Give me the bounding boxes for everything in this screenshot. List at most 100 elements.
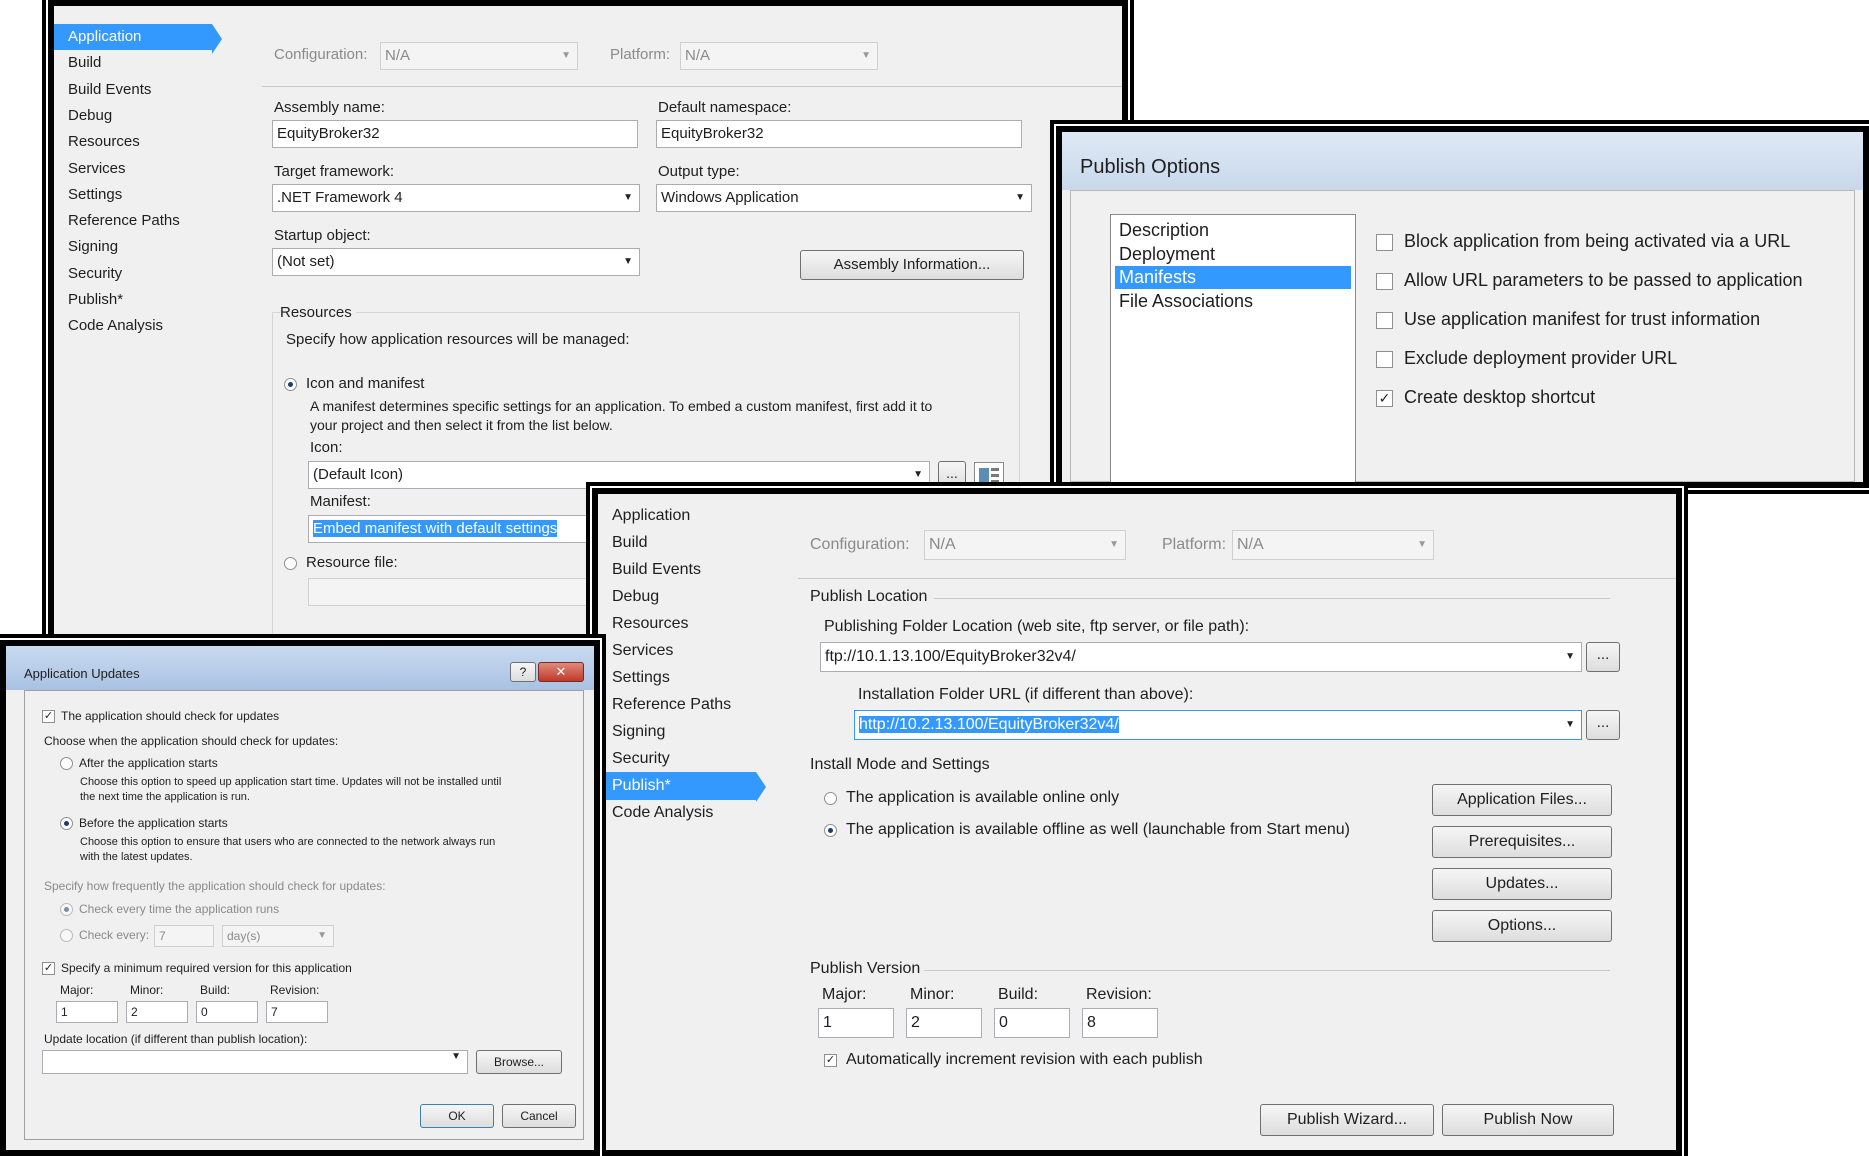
updates-button[interactable]: Updates... — [1432, 868, 1612, 900]
manifest-select[interactable]: Embed manifest with default settings — [308, 515, 608, 543]
upd-build-input[interactable]: 0 — [196, 1001, 258, 1023]
after-start-radio[interactable] — [60, 757, 73, 770]
option-checkbox[interactable] — [1376, 312, 1393, 329]
nav-item-publish[interactable]: Publish* — [598, 772, 766, 802]
nav-item-services[interactable]: Services — [598, 637, 756, 665]
installation-url-browse-button[interactable]: ... — [1586, 710, 1620, 740]
nav-item-application[interactable]: Application — [54, 24, 222, 54]
close-button[interactable]: ✕ — [538, 662, 584, 682]
assembly-name-input[interactable]: EquityBroker32 — [272, 120, 638, 148]
output-type-select[interactable]: Windows Application — [656, 184, 1032, 212]
publish-wizard-button[interactable]: Publish Wizard... — [1260, 1104, 1434, 1136]
pub-platform-select[interactable]: N/A — [1232, 530, 1434, 560]
upd-major-input[interactable]: 1 — [56, 1001, 118, 1023]
icon-browse-button[interactable]: ... — [938, 461, 966, 489]
nav-item-security[interactable]: Security — [598, 745, 756, 773]
every-run-radio[interactable] — [60, 903, 73, 916]
nav-item-publish[interactable]: Publish* — [54, 287, 212, 313]
nav-item-security[interactable]: Security — [54, 261, 212, 287]
resource-file-input[interactable] — [308, 578, 608, 606]
option-row[interactable]: Use application manifest for trust infor… — [1376, 306, 1856, 334]
options-button[interactable]: Options... — [1432, 910, 1612, 942]
nav-item-build[interactable]: Build — [54, 50, 212, 76]
configuration-select[interactable]: N/A — [380, 42, 578, 70]
help-button[interactable]: ? — [510, 662, 536, 682]
nav-item-code-analysis[interactable]: Code Analysis — [598, 799, 756, 827]
min-version-checkbox[interactable]: ✓ — [42, 962, 55, 975]
major-input[interactable]: 1 — [818, 1008, 894, 1038]
publishing-folder-browse-button[interactable]: ... — [1586, 642, 1620, 672]
nav-item-resources[interactable]: Resources — [598, 610, 756, 638]
target-framework-select[interactable]: .NET Framework 4 — [272, 184, 640, 212]
auto-increment-checkbox[interactable]: ✓ — [824, 1054, 837, 1067]
option-row[interactable]: Allow URL parameters to be passed to app… — [1376, 267, 1856, 295]
nav-item-debug[interactable]: Debug — [598, 583, 756, 611]
assembly-information-button[interactable]: Assembly Information... — [800, 250, 1024, 280]
pub-configuration-select[interactable]: N/A — [924, 530, 1126, 560]
cancel-button[interactable]: Cancel — [502, 1104, 576, 1128]
nav-item-settings[interactable]: Settings — [598, 664, 756, 692]
revision-input[interactable]: 8 — [1082, 1008, 1158, 1038]
nav-item-signing[interactable]: Signing — [54, 234, 212, 260]
default-namespace-input[interactable]: EquityBroker32 — [656, 120, 1022, 148]
nav-item-build-events[interactable]: Build Events — [54, 77, 212, 103]
icon-select[interactable]: (Default Icon) — [308, 461, 930, 489]
nav-item-build[interactable]: Build — [598, 529, 756, 557]
resource-file-radio[interactable] — [284, 557, 297, 570]
option-row[interactable]: Block application from being activated v… — [1376, 228, 1856, 256]
check-updates-checkbox[interactable]: ✓ — [42, 710, 55, 723]
before-start-description-1: Choose this option to ensure that users … — [80, 836, 496, 848]
options-category-list: Description Deployment Manifests File Assoc… — [1110, 214, 1356, 482]
publish-now-button[interactable]: Publish Now — [1442, 1104, 1614, 1136]
prerequisites-button[interactable]: Prerequisites... — [1432, 826, 1612, 858]
nav-item-services[interactable]: Services — [54, 156, 212, 182]
online-only-radio[interactable] — [824, 792, 837, 805]
check-every-unit-select[interactable]: day(s) — [222, 925, 334, 947]
check-every-radio[interactable] — [60, 929, 73, 942]
nav-item-reference-paths[interactable]: Reference Paths — [598, 691, 756, 719]
nav-item-settings[interactable]: Settings — [54, 182, 212, 208]
check-every-stepper[interactable]: 7 — [154, 925, 214, 947]
icon-manifest-radio[interactable] — [284, 378, 297, 391]
startup-object-select[interactable]: (Not set) — [272, 248, 640, 276]
nav-item-code-analysis[interactable]: Code Analysis — [54, 313, 212, 339]
minor-input[interactable]: 2 — [906, 1008, 982, 1038]
nav-item-application[interactable]: Application — [598, 502, 756, 530]
manifest-value: Embed manifest with default settings — [313, 520, 558, 537]
nav-item-reference-paths[interactable]: Reference Paths — [54, 208, 212, 234]
option-checkbox[interactable] — [1376, 234, 1393, 251]
update-location-select[interactable] — [42, 1050, 468, 1074]
options-category-manifests[interactable]: Manifests — [1115, 266, 1351, 289]
installation-url-select[interactable]: http://10.2.13.100/EquityBroker32v4/ — [854, 710, 1582, 740]
option-row[interactable]: ✓ Create desktop shortcut — [1376, 384, 1856, 412]
nav-item-build-events[interactable]: Build Events — [598, 556, 756, 584]
option-row[interactable]: Exclude deployment provider URL — [1376, 345, 1856, 373]
option-checkbox[interactable] — [1376, 351, 1393, 368]
upd-revision-input[interactable]: 7 — [266, 1001, 328, 1023]
options-category-deployment[interactable]: Deployment — [1115, 243, 1351, 266]
nav-item-signing[interactable]: Signing — [598, 718, 756, 746]
platform-select[interactable]: N/A — [680, 42, 878, 70]
application-nav: Application Build Build Events Debug Resourc… — [54, 16, 254, 616]
check-every-label: Check every: — [79, 928, 150, 942]
ok-button[interactable]: OK — [420, 1104, 494, 1128]
separator — [262, 86, 1122, 87]
upd-minor-input[interactable]: 2 — [126, 1001, 188, 1023]
options-category-description[interactable]: Description — [1115, 219, 1351, 242]
application-files-button[interactable]: Application Files... — [1432, 784, 1612, 816]
application-updates-dialog: Application Updates ? ✕ ✓ The applicatio… — [0, 640, 600, 1156]
options-category-file-associations[interactable]: File Associations — [1115, 290, 1351, 313]
offline-radio[interactable] — [824, 824, 837, 837]
output-type-value: Windows Application — [661, 189, 799, 206]
online-only-label: The application is available online only — [846, 789, 1120, 806]
nav-item-resources[interactable]: Resources — [54, 129, 212, 155]
option-checkbox[interactable] — [1376, 273, 1393, 290]
option-checkbox[interactable]: ✓ — [1376, 390, 1393, 407]
resources-description: Specify how application resources will b… — [286, 331, 630, 348]
after-start-description-2: the next time the application is run. — [80, 791, 250, 803]
nav-item-debug[interactable]: Debug — [54, 103, 212, 129]
build-input[interactable]: 0 — [994, 1008, 1070, 1038]
browse-button[interactable]: Browse... — [476, 1050, 562, 1074]
publishing-folder-select[interactable]: ftp://10.1.13.100/EquityBroker32v4/ — [820, 642, 1582, 672]
before-start-radio[interactable] — [60, 817, 73, 830]
